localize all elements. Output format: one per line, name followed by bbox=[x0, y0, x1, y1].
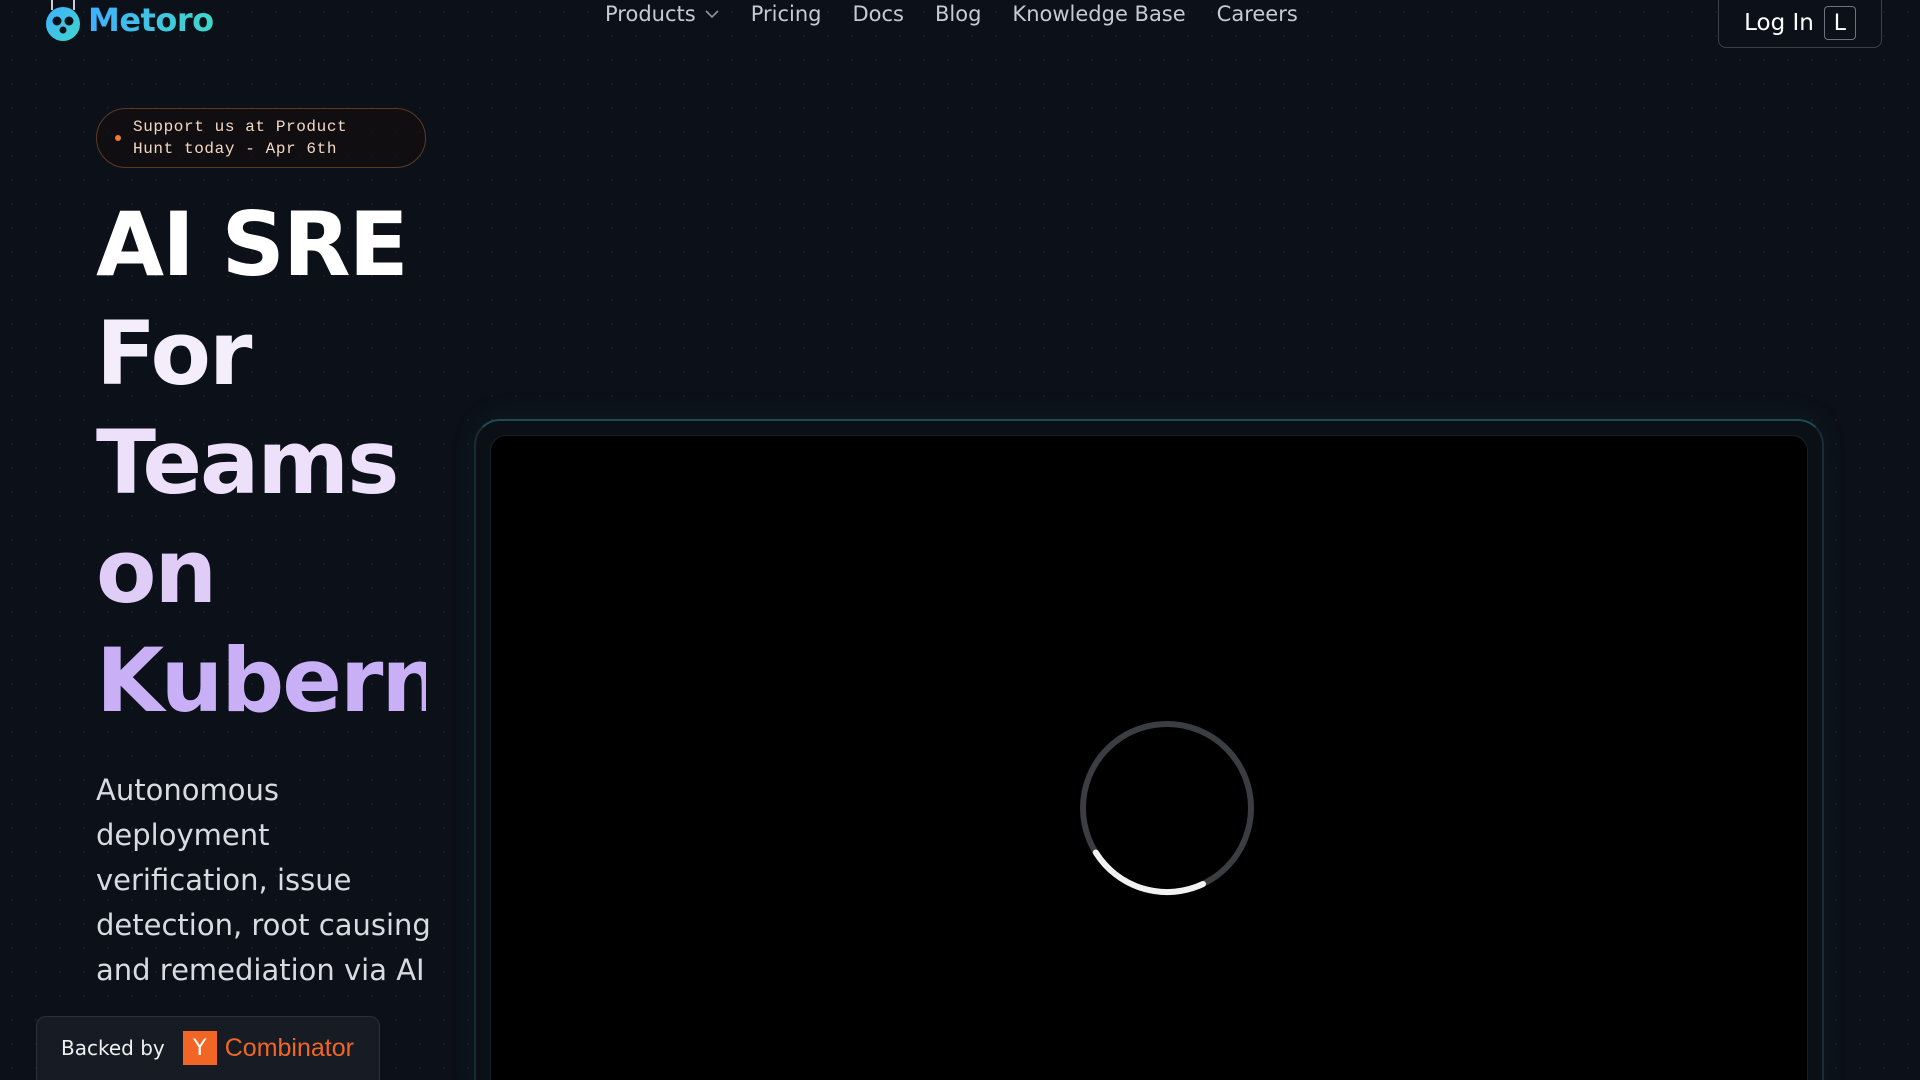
login-label: Log In bbox=[1744, 10, 1814, 36]
nav-products[interactable]: Products bbox=[605, 2, 720, 26]
hero-title-line: Teams bbox=[96, 411, 399, 514]
badge-text: Support us at Product Hunt today - Apr 6… bbox=[133, 118, 348, 158]
nav-products-label: Products bbox=[605, 2, 696, 26]
nav-knowledge-base[interactable]: Knowledge Base bbox=[1012, 2, 1185, 26]
chevron-down-icon bbox=[705, 10, 719, 19]
login-button[interactable]: Log In L bbox=[1718, 0, 1882, 48]
backed-by-yc[interactable]: Backed by Y Combinator bbox=[36, 1016, 380, 1080]
brand-name: Metoro bbox=[88, 1, 214, 39]
nav-pricing[interactable]: Pricing bbox=[751, 2, 822, 26]
login-shortcut-key: L bbox=[1823, 6, 1856, 40]
hero-title: AI SRE For Teams on Kubernetes bbox=[96, 190, 426, 735]
demo-video-frame bbox=[474, 419, 1824, 1080]
hero-title-line: AI SRE bbox=[96, 193, 409, 296]
hero-title-line: on bbox=[96, 520, 217, 623]
demo-video-player[interactable] bbox=[490, 435, 1808, 1080]
nav-links: Products Pricing Docs Blog Knowledge Bas… bbox=[605, 0, 1298, 28]
brand-logo[interactable]: Metoro bbox=[42, 0, 214, 44]
nav-careers[interactable]: Careers bbox=[1217, 2, 1298, 26]
top-navigation: Metoro Products Pricing Docs Blog Knowle… bbox=[0, 0, 1920, 60]
nav-blog[interactable]: Blog bbox=[935, 2, 981, 26]
y-combinator-logo: Y Combinator bbox=[182, 1031, 354, 1065]
backed-by-label: Backed by bbox=[61, 1036, 165, 1060]
hero-title-line: Kubernetes bbox=[96, 629, 426, 732]
badge-dot-icon bbox=[115, 135, 121, 141]
loading-spinner-icon bbox=[1080, 721, 1254, 896]
hero-subtitle: Autonomous deployment verification, issu… bbox=[96, 773, 431, 987]
hero-title-line: For bbox=[96, 302, 252, 405]
y-combinator-icon: Y bbox=[182, 1031, 217, 1065]
y-combinator-text: Combinator bbox=[224, 1033, 354, 1062]
nav-docs[interactable]: Docs bbox=[852, 2, 904, 26]
product-hunt-badge[interactable]: Support us at Product Hunt today - Apr 6… bbox=[96, 108, 426, 168]
metoro-logo-icon bbox=[46, 0, 80, 41]
